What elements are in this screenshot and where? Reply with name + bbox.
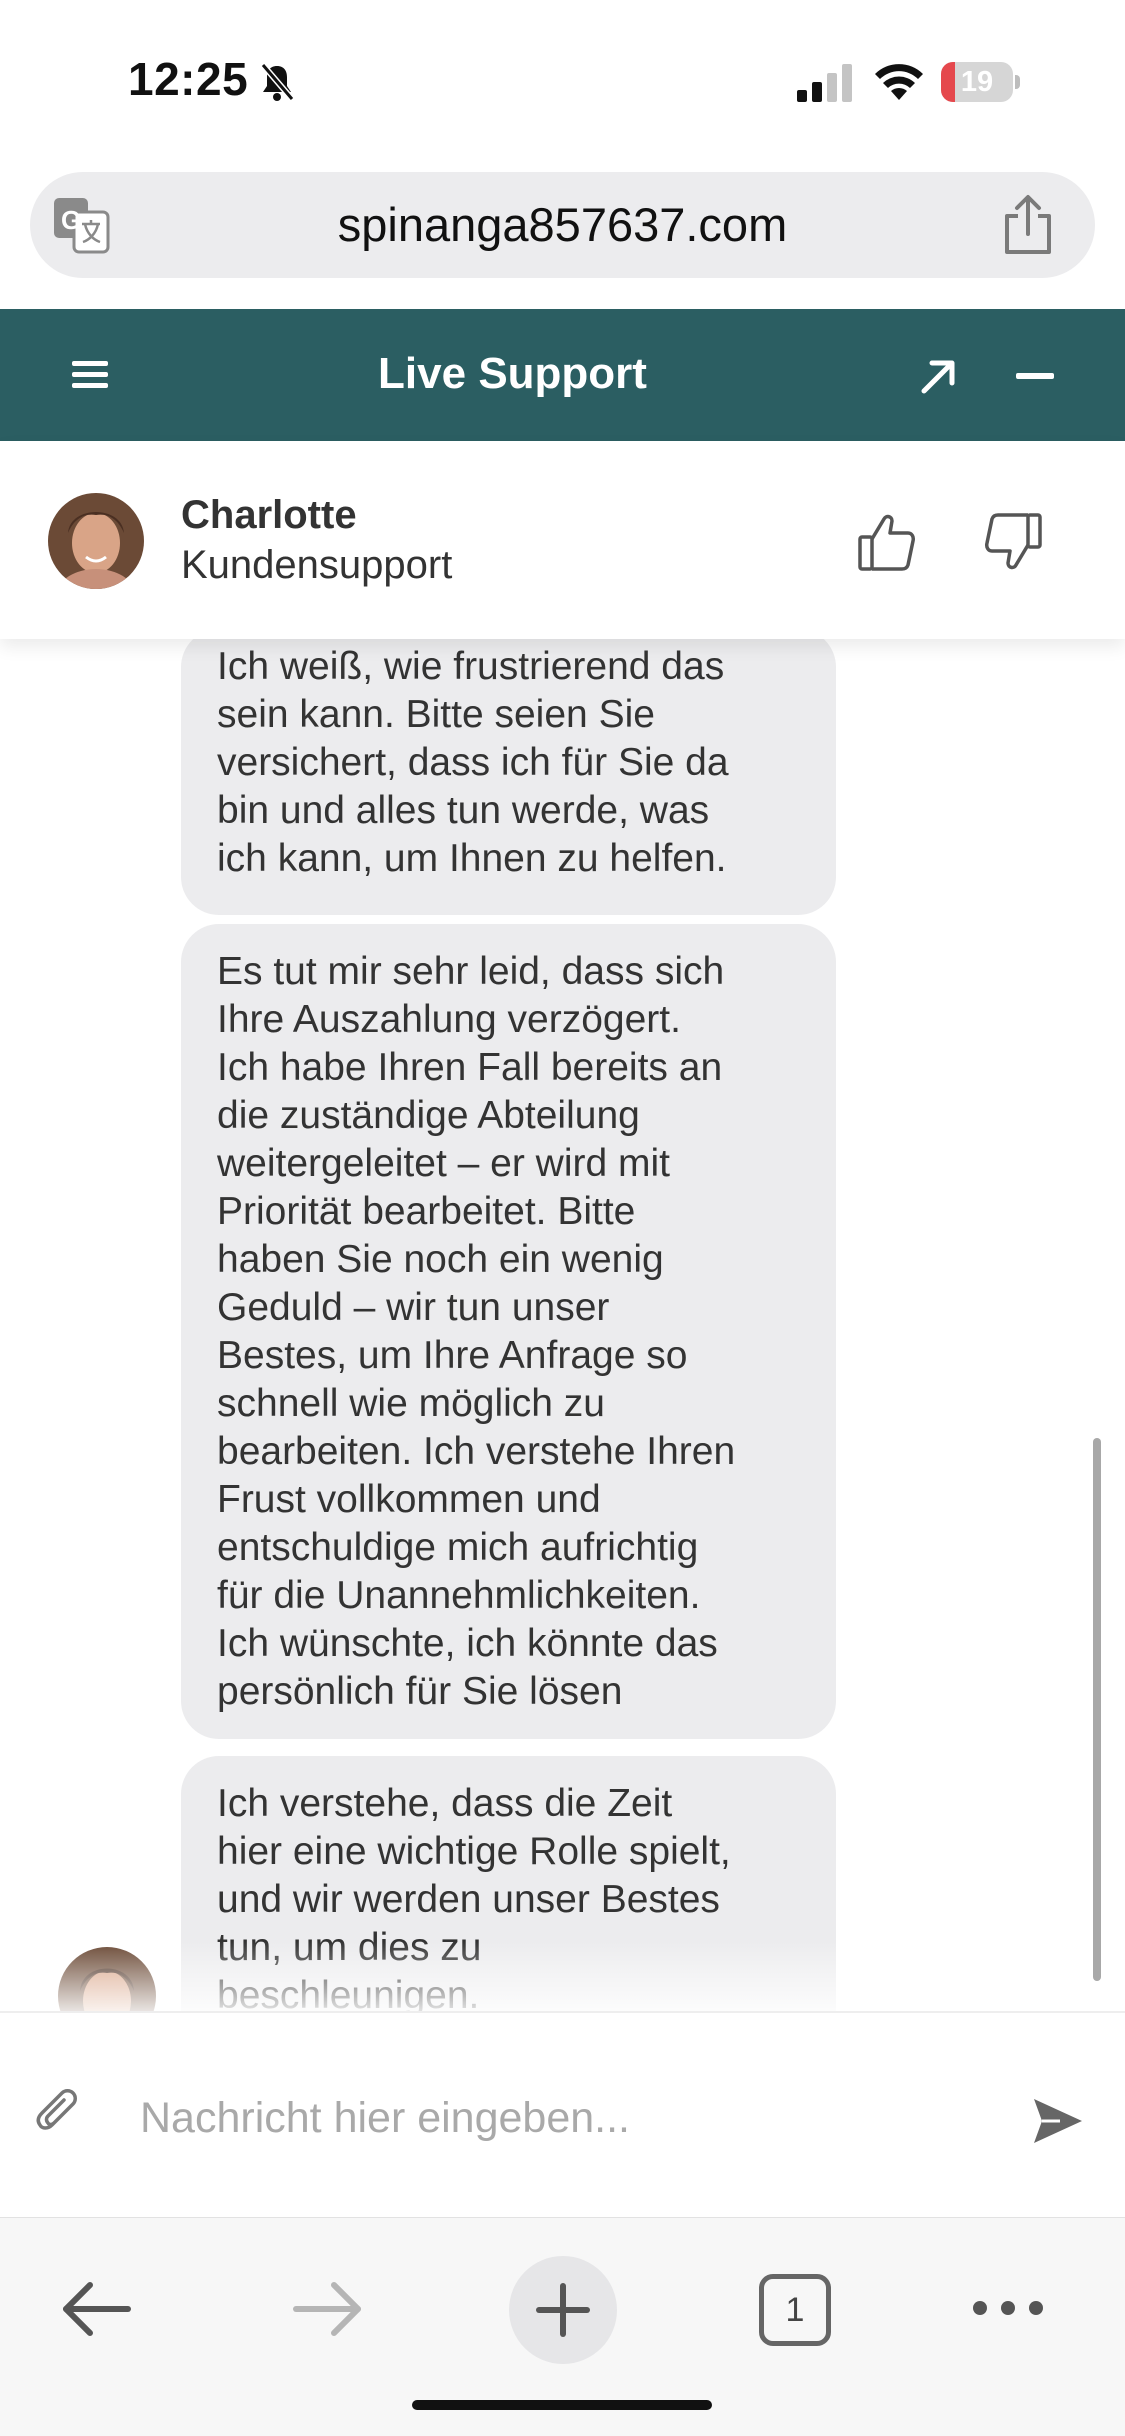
home-indicator	[412, 2400, 712, 2410]
menu-icon[interactable]	[70, 353, 112, 397]
agent-role: Kundensupport	[181, 543, 453, 587]
scrollbar[interactable]	[1093, 1438, 1101, 1981]
message-text: Es tut mir sehr leid, dass sich Ihre Aus…	[217, 950, 736, 1713]
agent-message: Es tut mir sehr leid, dass sich Ihre Aus…	[181, 924, 836, 1739]
more-icon[interactable]	[970, 2298, 1046, 2318]
composer	[0, 2011, 1125, 2217]
chat-title: Live Support	[378, 349, 647, 398]
svg-text:G: G	[61, 205, 81, 235]
thumbs-up-icon[interactable]	[856, 511, 916, 573]
avatar	[48, 493, 144, 589]
minimize-icon[interactable]	[1016, 373, 1054, 379]
new-tab-button[interactable]	[509, 2256, 617, 2364]
plus-icon	[536, 2283, 590, 2337]
back-arrow-icon[interactable]	[60, 2280, 132, 2338]
message-list[interactable]: Ich weiß, wie frustrierend das sein kann…	[0, 639, 1125, 2011]
bell-off-icon	[260, 63, 295, 101]
translate-icon[interactable]: G	[52, 196, 110, 254]
signal-icon	[797, 64, 852, 102]
status-time: 12:25	[128, 53, 249, 105]
tabs-button[interactable]: 1	[759, 2274, 831, 2346]
address-bar[interactable]: G spinanga857637.com	[30, 172, 1095, 278]
agent-message: Ich weiß, wie frustrierend das sein kann…	[181, 639, 836, 915]
battery-icon: 19	[941, 62, 1021, 102]
status-bar: 12:25 19	[0, 0, 1125, 150]
message-text: Ich weiß, wie frustrierend das sein kann…	[217, 645, 729, 880]
message-input[interactable]	[140, 2073, 980, 2163]
chat-header: Live Support	[0, 309, 1125, 441]
share-icon[interactable]	[1001, 194, 1055, 256]
paperclip-icon[interactable]	[36, 2085, 82, 2141]
agent-name: Charlotte	[181, 493, 357, 537]
wifi-icon	[875, 64, 923, 100]
send-icon[interactable]	[1030, 2095, 1086, 2147]
thumbs-down-icon[interactable]	[984, 511, 1044, 573]
agent-info-bar: Charlotte Kundensupport	[0, 441, 1125, 639]
expand-icon[interactable]	[918, 357, 958, 397]
battery-level: 19	[960, 66, 994, 98]
url-text[interactable]: spinanga857637.com	[150, 172, 975, 278]
forward-arrow-icon[interactable]	[292, 2280, 364, 2338]
